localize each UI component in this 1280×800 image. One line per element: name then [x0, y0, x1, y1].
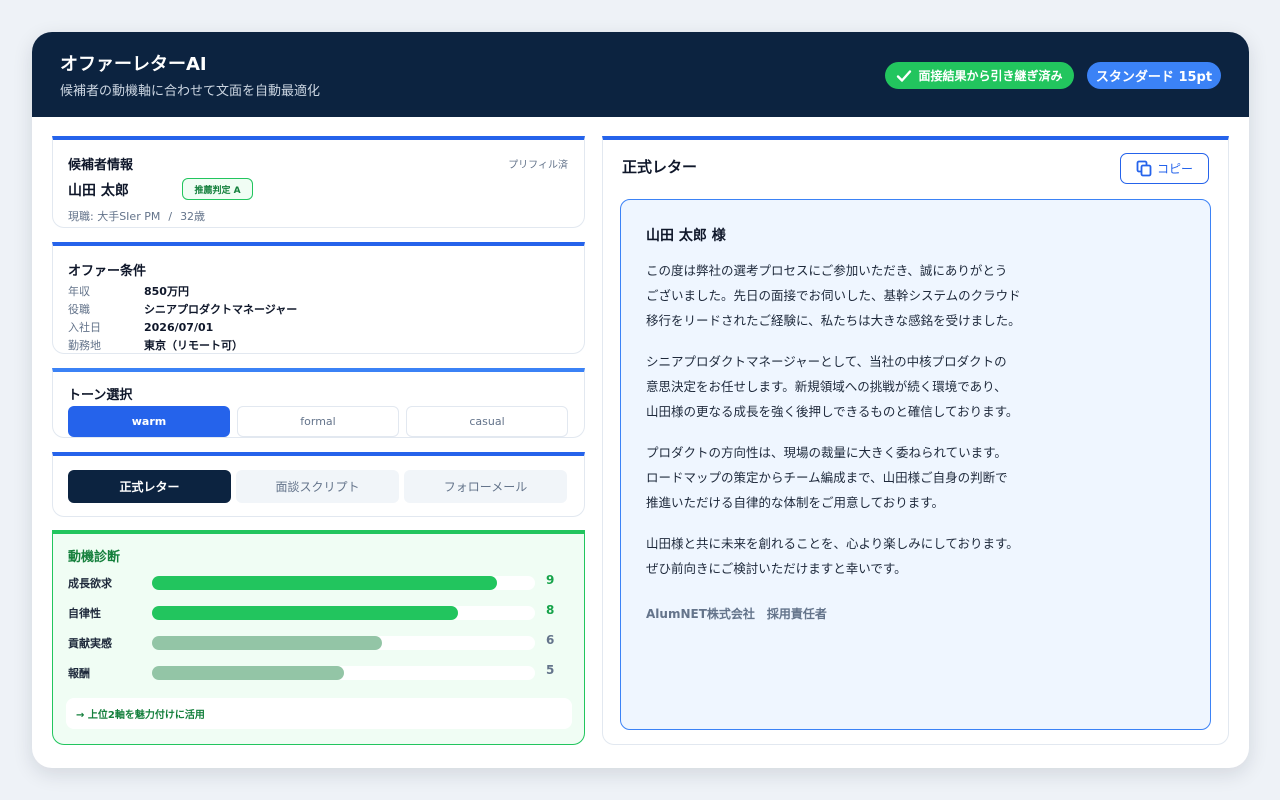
app-header: オファーレターAI 候補者の動機軸に合わせて文面を自動最適化 面接結果から引き継… — [32, 32, 1249, 117]
offer-label: 役職 — [68, 303, 90, 316]
motivation-bar — [152, 666, 344, 680]
letter-line: ぜひ前向きにご検討いただけますと幸いです。 — [646, 561, 907, 576]
copy-button[interactable]: コピー — [1120, 153, 1209, 184]
tone-card: トーン選択 warm formal casual — [52, 368, 585, 438]
letter-paragraph: プロダクトの方向性は、現場の裁量に大きく委ねられています。 ロードマップの策定か… — [646, 440, 1008, 515]
motivation-track — [152, 636, 535, 650]
candidate-age: 32歳 — [180, 210, 206, 223]
interview-status-label: 面接結果から引き継ぎ済み — [918, 69, 1063, 83]
candidate-card-title: 候補者情報 — [68, 158, 134, 173]
offer-label: 勤務地 — [68, 339, 101, 352]
letter-line: ロードマップの策定からチーム編成まで、山田様ご自身の判断で — [646, 470, 1008, 485]
motivation-score: 8 — [546, 603, 555, 617]
tone-option-casual[interactable]: casual — [406, 406, 568, 437]
tone-card-title: トーン選択 — [68, 388, 133, 403]
tab-follow-mail[interactable]: フォローメール — [404, 470, 567, 503]
offer-value: 東京（リモート可） — [144, 339, 243, 352]
motivation-label: 成長欲求 — [68, 577, 112, 590]
candidate-card: 候補者情報 プリフィル済 山田 太郎 推薦判定 A 現職: 大手SIer PM /… — [52, 136, 585, 228]
letter-line: 移行をリードされたご経験に、私たちは大きな感銘を受けました。 — [646, 313, 1021, 328]
offer-label: 入社日 — [68, 321, 101, 334]
motivation-label: 自律性 — [68, 607, 101, 620]
motivation-track — [152, 606, 535, 620]
letter-line: 山田様の更なる成長を強く後押しできるものと確信しております。 — [646, 404, 1019, 419]
offer-value: 850万円 — [144, 285, 189, 298]
offer-value: シニアプロダクトマネージャー — [144, 303, 298, 316]
plan-badge[interactable]: スタンダード 15pt — [1087, 62, 1221, 89]
separator: / — [168, 210, 173, 223]
motivation-row: 自律性 8 — [68, 602, 568, 622]
motivation-label: 報酬 — [68, 667, 90, 680]
app-subtitle: 候補者の動機軸に合わせて文面を自動最適化 — [60, 84, 321, 99]
tab-formal-letter[interactable]: 正式レター — [68, 470, 231, 503]
motivation-row: 報酬 5 — [68, 662, 568, 682]
letter-greeting: 山田 太郎 様 — [646, 228, 726, 244]
letter-line: この度は弊社の選考プロセスにご参加いただき、誠にありがとう — [646, 263, 1008, 278]
motivation-score: 6 — [546, 633, 555, 647]
motivation-bar — [152, 606, 459, 620]
letter-line: 推進いただける自律的な体制をご用意しております。 — [646, 495, 945, 510]
tone-option-warm[interactable]: warm — [68, 406, 230, 437]
offer-row: 年収 850万円 — [68, 282, 189, 300]
offer-row: 勤務地 東京（リモート可） — [68, 336, 243, 354]
prefill-label: プリフィル済 — [508, 160, 568, 171]
copy-label: コピー — [1156, 162, 1193, 176]
offer-value: 2026/07/01 — [144, 320, 214, 334]
motivation-bar — [152, 576, 497, 590]
motivation-row: 貢献実感 6 — [68, 632, 568, 652]
letter-line: 意思決定をお任せします。新規領域への挑戦が続く環境であり、 — [646, 379, 1007, 394]
tone-option-formal[interactable]: formal — [237, 406, 399, 437]
motivation-score: 5 — [546, 663, 555, 677]
letter-paragraph: シニアプロダクトマネージャーとして、当社の中核プロダクトの 意思決定をお任せしま… — [646, 349, 1018, 424]
recommendation-badge: 推薦判定 A — [182, 178, 253, 200]
letter-signature: AlumNET株式会社 採用責任者 — [646, 607, 827, 621]
offer-row: 入社日 2026/07/01 — [68, 318, 213, 336]
letter-line: 山田様と共に未来を創れることを、心より楽しみにしております。 — [646, 536, 1019, 551]
app-title: オファーレターAI — [60, 54, 207, 75]
offer-label: 年収 — [68, 285, 90, 298]
offer-card-title: オファー条件 — [68, 264, 147, 279]
letter-card-title: 正式レター — [622, 158, 698, 176]
candidate-current-job: 現職: 大手SIer PM — [68, 210, 161, 223]
document-tabs-card: 正式レター 面談スクリプト フォローメール — [52, 452, 585, 517]
check-icon — [896, 69, 912, 83]
motivation-track — [152, 576, 535, 590]
letter-line: シニアプロダクトマネージャーとして、当社の中核プロダクトの — [646, 354, 1007, 369]
motivation-card: 動機診断 成長欲求 9 自律性 8 貢献実感 6 報酬 5 → 上位2軸を魅力付… — [52, 530, 585, 745]
app-window: オファーレターAI 候補者の動機軸に合わせて文面を自動最適化 面接結果から引き継… — [32, 32, 1249, 768]
interview-status-badge: 面接結果から引き継ぎ済み — [885, 62, 1074, 89]
motivation-hint: → 上位2軸を魅力付けに活用 — [66, 698, 572, 729]
letter-body: 山田 太郎 様 この度は弊社の選考プロセスにご参加いただき、誠にありがとう ござ… — [620, 199, 1211, 730]
motivation-bar — [152, 636, 382, 650]
candidate-name: 山田 太郎 — [68, 183, 129, 199]
letter-line: プロダクトの方向性は、現場の裁量に大きく委ねられています。 — [646, 445, 1007, 460]
motivation-card-title: 動機診断 — [68, 550, 121, 565]
motivation-score: 9 — [546, 573, 555, 587]
letter-paragraph: 山田様と共に未来を創れることを、心より楽しみにしております。 ぜひ前向きにご検討… — [646, 531, 1019, 581]
letter-line: ございました。先日の面接でお伺いした、基幹システムのクラウド — [646, 288, 1021, 303]
offer-row: 役職 シニアプロダクトマネージャー — [68, 300, 297, 318]
candidate-job: 現職: 大手SIer PM / 32歳 — [68, 208, 205, 224]
letter-card: 正式レター コピー 山田 太郎 様 この度は弊社の選考プロセスにご参加いただき、… — [602, 136, 1229, 745]
tab-interview-script[interactable]: 面談スクリプト — [236, 470, 399, 503]
copy-icon — [1136, 160, 1152, 177]
motivation-row: 成長欲求 9 — [68, 572, 568, 592]
offer-card: オファー条件 年収 850万円 役職 シニアプロダクトマネージャー 入社日 20… — [52, 242, 585, 354]
letter-paragraph: この度は弊社の選考プロセスにご参加いただき、誠にありがとう ございました。先日の… — [646, 258, 1021, 333]
motivation-label: 貢献実感 — [68, 637, 112, 650]
motivation-track — [152, 666, 535, 680]
